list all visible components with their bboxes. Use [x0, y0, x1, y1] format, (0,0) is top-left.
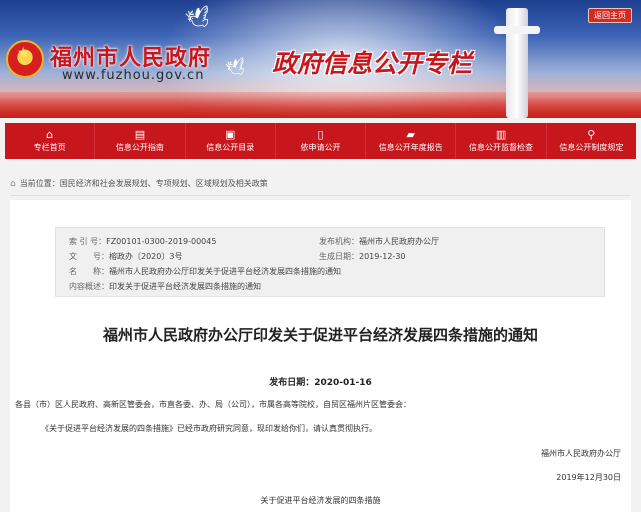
meta-index: 索 引 号：FZ00101-0300-2019-00045	[69, 237, 216, 247]
back-home-button[interactable]: 返回主页	[588, 8, 632, 23]
meta-index-value: FZ00101-0300-2019-00045	[106, 237, 217, 246]
document-metadata: 索 引 号：FZ00101-0300-2019-00045 发布机构：福州市人民…	[55, 227, 605, 297]
nav-item-annual-report[interactable]: ▰ 信息公开年度报告	[366, 123, 457, 159]
main-nav: ⌂ 专栏首页 ▤ 信息公开指南 ▣ 信息公开目录 ▯ 依申请公开 ▰ 信息公开年…	[5, 123, 636, 159]
breadcrumb-link[interactable]: 国民经济和社会发展规划、专项规划、区域规划及相关政策	[60, 179, 268, 188]
guide-icon: ▤	[134, 128, 146, 141]
nav-item-supervision[interactable]: ▥ 信息公开监督检查	[456, 123, 547, 159]
meta-name-label: 名 称：	[69, 267, 109, 276]
nav-label: 信息公开年度报告	[378, 143, 443, 152]
apply-icon: ▯	[317, 128, 324, 141]
meta-doc-no-label: 文 号：	[69, 252, 109, 261]
nav-item-guide[interactable]: ▤ 信息公开指南	[95, 123, 186, 159]
monument-pillar-cap	[494, 26, 540, 34]
meta-index-label: 索 引 号：	[69, 237, 107, 246]
meta-summary-value: 印发关于促进平台经济发展四条措施的通知	[109, 282, 261, 291]
breadcrumb: ⌂ 当前位置：国民经济和社会发展规划、专项规划、区域规划及相关政策	[10, 176, 631, 196]
supervision-icon: ▥	[495, 128, 507, 141]
article-signature: 福州市人民政府办公厅	[541, 449, 621, 458]
nav-label: 信息公开监督检查	[469, 143, 534, 152]
meta-doc-no-value: 榕政办〔2020〕3号	[109, 252, 183, 261]
meta-name: 名 称：福州市人民政府办公厅印发关于促进平台经济发展四条措施的通知	[69, 267, 341, 277]
nav-item-home[interactable]: ⌂ 专栏首页	[5, 123, 96, 159]
meta-publisher: 发布机构：福州市人民政府办公厅	[319, 237, 439, 247]
nav-item-apply[interactable]: ▯ 依申请公开	[276, 123, 367, 159]
key-icon: ⚲	[587, 128, 596, 141]
nav-item-regulations[interactable]: ⚲ 信息公开制度规定	[547, 123, 636, 159]
nav-label: 信息公开目录	[206, 143, 255, 152]
catalog-icon: ▣	[225, 128, 236, 141]
publish-date: 发布日期：2020-01-16	[269, 378, 372, 388]
meta-summary-label: 内容概述：	[69, 282, 109, 291]
meta-publisher-label: 发布机构：	[319, 237, 359, 246]
meta-name-value: 福州市人民政府办公厅印发关于促进平台经济发展四条措施的通知	[109, 267, 341, 276]
meta-date-label: 生成日期：	[319, 252, 359, 261]
monument-pillar	[506, 8, 528, 118]
meta-publisher-value: 福州市人民政府办公厅	[359, 237, 439, 246]
article-sign-date: 2019年12月30日	[556, 473, 621, 482]
meta-doc-no: 文 号：榕政办〔2020〕3号	[69, 252, 182, 262]
meta-date: 生成日期：2019-12-30	[319, 252, 406, 262]
article-body: 《关于促进平台经济发展的四条措施》已经市政府研究同意，现印发给你们，请认真贯彻执…	[41, 424, 377, 433]
banner-red-band	[0, 92, 641, 118]
meta-summary: 内容概述：印发关于促进平台经济发展四条措施的通知	[69, 282, 261, 292]
article-title: 福州市人民政府办公厅印发关于促进平台经济发展四条措施的通知	[102, 326, 538, 344]
national-emblem-icon: ★	[6, 40, 44, 78]
nav-item-catalog[interactable]: ▣ 信息公开目录	[186, 123, 276, 159]
home-icon: ⌂	[10, 179, 16, 189]
section-slogan: 政府信息公开专栏	[272, 49, 473, 78]
nav-label: 信息公开指南	[115, 143, 164, 152]
site-banner: 🕊 🕊 ★ 福州市人民政府 www.fuzhou.gov.cn 政府信息公开专栏…	[0, 0, 641, 118]
site-url: www.fuzhou.gov.cn	[62, 68, 205, 83]
meta-date-value: 2019-12-30	[359, 252, 406, 261]
content-panel: 索 引 号：FZ00101-0300-2019-00045 发布机构：福州市人民…	[10, 200, 631, 512]
nav-label: 依申请公开	[300, 143, 341, 152]
breadcrumb-prefix: 当前位置：	[19, 179, 60, 188]
attachment-title: 关于促进平台经济发展的四条措施	[260, 496, 381, 505]
folder-icon: ▰	[406, 128, 415, 141]
home-icon: ⌂	[46, 128, 54, 141]
article-addressee: 各县（市）区人民政府、高新区管委会，市直各委、办、局（公司），市属各高等院校，自…	[15, 400, 411, 409]
nav-label: 专栏首页	[33, 143, 66, 152]
nav-label: 信息公开制度规定	[559, 143, 624, 152]
